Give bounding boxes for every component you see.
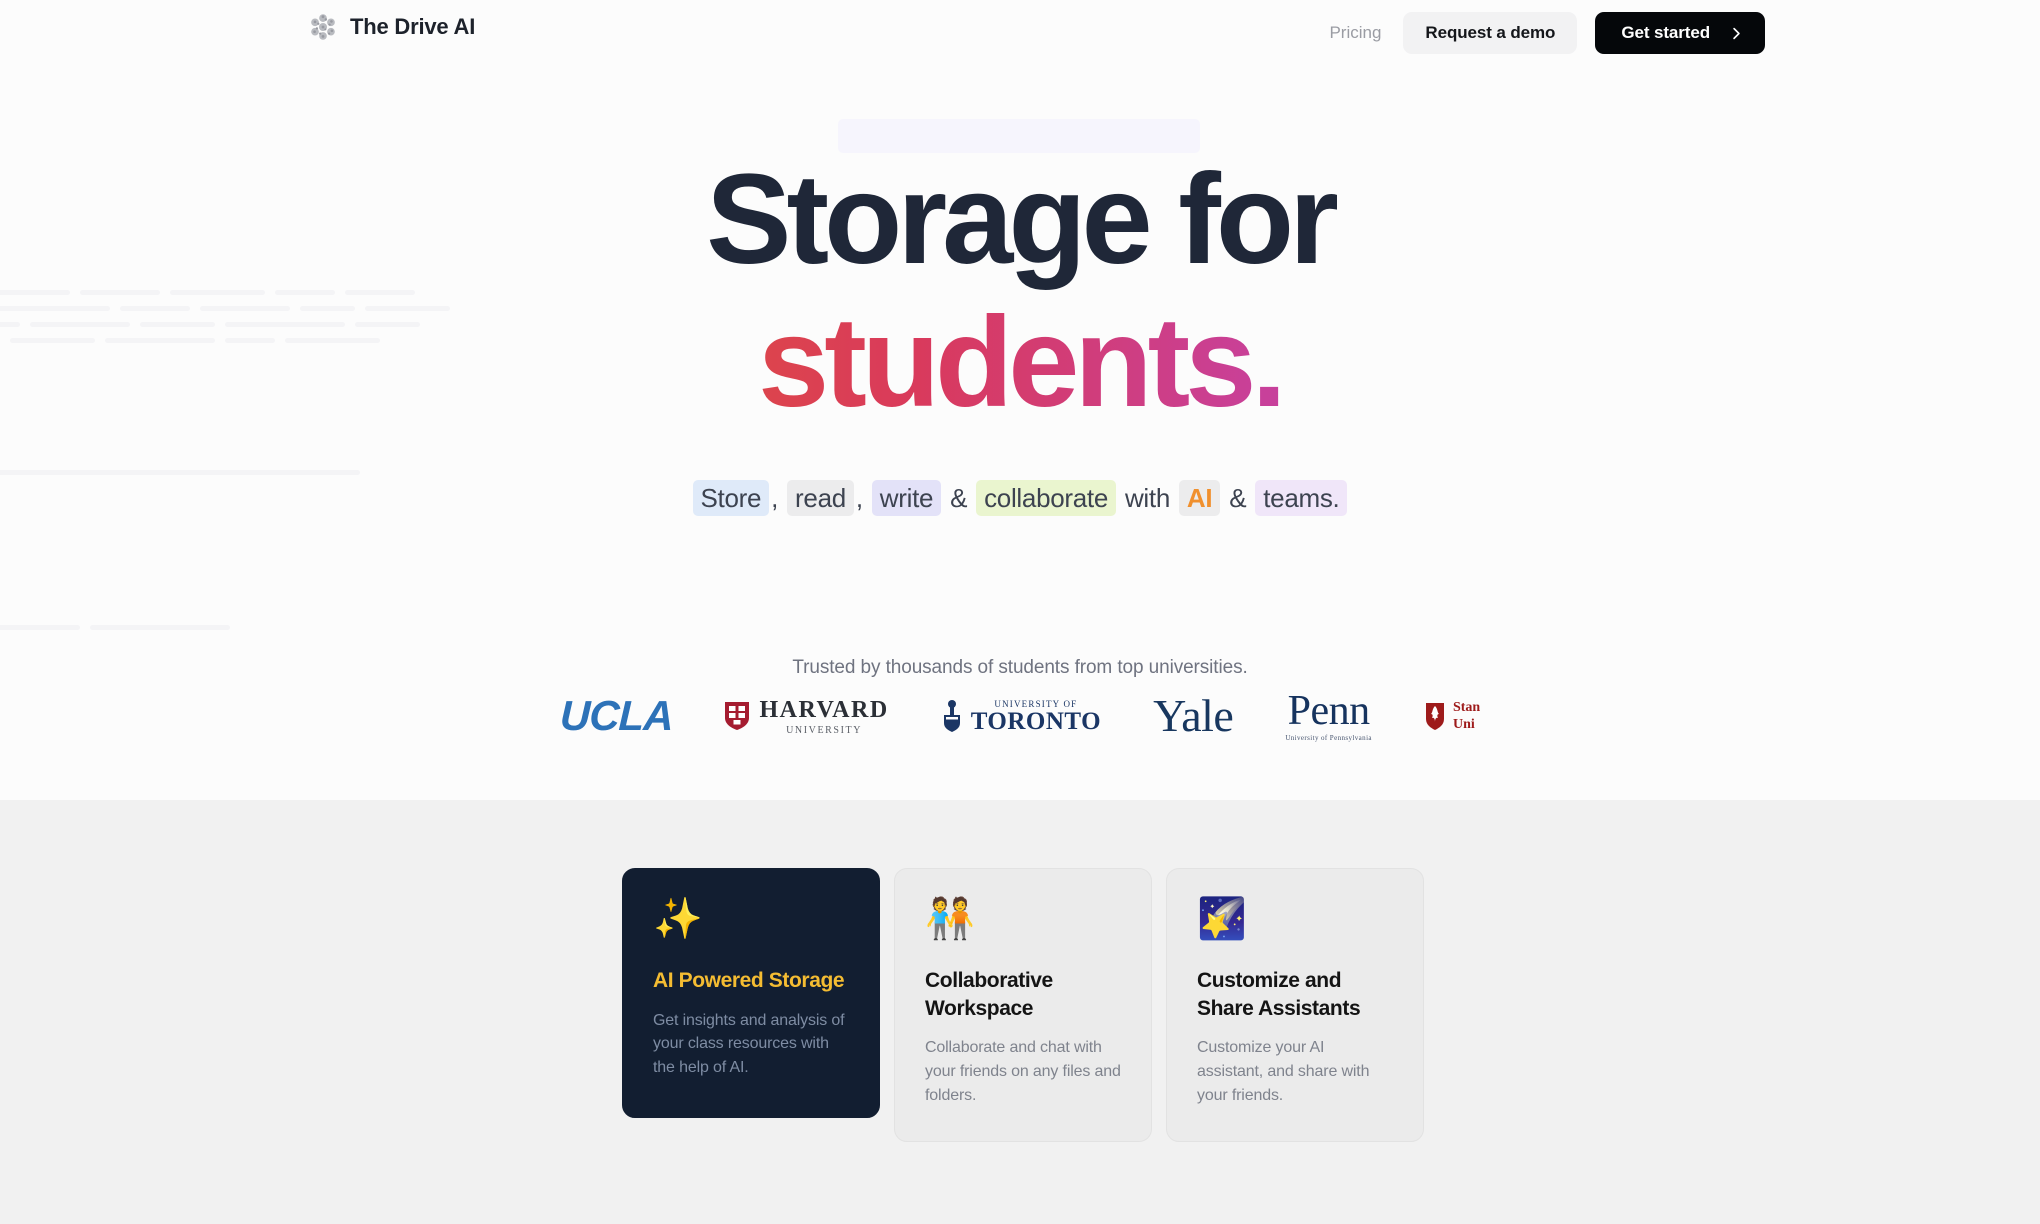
feature-card-title: Collaborative Workspace bbox=[925, 969, 1053, 1020]
subtitle-word-store: Store bbox=[692, 480, 770, 516]
feature-card-body: Customize your AI assistant, and share w… bbox=[1197, 1039, 1370, 1104]
page-title: Storage for students. bbox=[0, 148, 2040, 429]
feature-card-title: AI Powered Storage bbox=[653, 969, 845, 992]
features-section: ✨ AI Powered Storage Get insights and an… bbox=[0, 800, 2040, 1224]
nav-actions: Pricing Request a demo Get started bbox=[1325, 12, 1765, 54]
stanford-tree-icon bbox=[1425, 703, 1444, 730]
request-demo-button[interactable]: Request a demo bbox=[1403, 12, 1578, 54]
chevron-right-icon bbox=[1733, 27, 1740, 39]
subtitle-word-with: with bbox=[1124, 483, 1170, 513]
subtitle-word-teams: teams. bbox=[1255, 480, 1348, 516]
feature-card-body: Get insights and analysis of your class … bbox=[653, 1011, 845, 1077]
penn-wordmark: Penn bbox=[1287, 688, 1371, 734]
subtitle-word-read: read bbox=[787, 480, 854, 516]
trusted-by-text: Trusted by thousands of students from to… bbox=[792, 657, 1248, 678]
subtitle-word-ai: AI bbox=[1178, 480, 1221, 516]
brand-name-text: The Drive AI bbox=[350, 14, 476, 39]
subtitle-amp-2: & bbox=[1229, 483, 1247, 513]
headline-line-1: Storage for bbox=[706, 148, 1339, 291]
stanford-line-1: Stan bbox=[1452, 699, 1481, 715]
university-logos-row: UCLA HARVARD UNIVERSITY UNIVERSITY OF TO… bbox=[0, 690, 2040, 742]
feature-cards-row: ✨ AI Powered Storage Get insights and an… bbox=[622, 868, 1424, 1143]
penn-subtext: University of Pennsylvania bbox=[1285, 734, 1372, 742]
feature-card-body: Collaborate and chat with your friends o… bbox=[925, 1039, 1121, 1104]
subtitle-word-collaborate: collaborate bbox=[976, 480, 1116, 516]
hexagon-cluster-logo-icon bbox=[311, 14, 335, 40]
get-started-label: Get started bbox=[1621, 23, 1710, 42]
harvard-line-1: HARVARD bbox=[759, 696, 889, 723]
feature-card-customize-share-assistants[interactable]: 🌠 Customize and Share Assistants Customi… bbox=[1166, 868, 1424, 1143]
feature-card-collaborative-workspace[interactable]: 🧑‍🤝‍🧑 Collaborative Workspace Collaborat… bbox=[894, 868, 1152, 1143]
logo-stanford[interactable]: Stan Uni bbox=[1424, 699, 1480, 734]
brand-logo-link[interactable]: The Drive AI bbox=[308, 12, 475, 42]
subtitle-amp-1: & bbox=[950, 483, 968, 513]
logo-penn[interactable]: Penn University of Pennsylvania bbox=[1285, 690, 1372, 742]
people-collaborating-icon: 🧑‍🤝‍🧑 bbox=[925, 897, 975, 941]
yale-wordmark: Yale bbox=[1153, 690, 1234, 741]
harvard-shield-icon bbox=[725, 702, 750, 730]
harvard-line-2: UNIVERSITY bbox=[786, 724, 863, 736]
toronto-crest-icon bbox=[943, 700, 960, 732]
nav-link-pricing[interactable]: Pricing bbox=[1325, 17, 1385, 49]
logo-yale[interactable]: Yale bbox=[1153, 690, 1234, 741]
shooting-star-icon: 🌠 bbox=[1197, 897, 1247, 941]
hero-section: The Drive AI Pricing Request a demo Get … bbox=[0, 0, 2040, 800]
ucla-wordmark: UCLA bbox=[558, 692, 674, 739]
get-started-button[interactable]: Get started bbox=[1595, 12, 1765, 54]
headline-line-2: students. bbox=[0, 297, 2040, 429]
stanford-line-2: Uni bbox=[1452, 717, 1475, 732]
toronto-line-1: UNIVERSITY OF bbox=[994, 698, 1078, 709]
feature-card-ai-powered-storage[interactable]: ✨ AI Powered Storage Get insights and an… bbox=[622, 868, 880, 1118]
subtitle-comma-1: , bbox=[771, 483, 779, 513]
feature-card-title: Customize and Share Assistants bbox=[1197, 969, 1361, 1020]
logo-harvard[interactable]: HARVARD UNIVERSITY bbox=[724, 697, 888, 736]
decorative-lines-bottom bbox=[0, 625, 340, 641]
subtitle-comma-2: , bbox=[855, 483, 863, 513]
toronto-line-2: TORONTO bbox=[970, 707, 1102, 735]
hero-subtitle: Store, read, write & collaborate with AI… bbox=[0, 480, 2040, 516]
logo-toronto[interactable]: UNIVERSITY OF TORONTO bbox=[941, 699, 1101, 734]
top-navigation-bar: The Drive AI Pricing Request a demo Get … bbox=[0, 0, 2040, 66]
subtitle-word-write: write bbox=[871, 480, 942, 516]
sparkles-icon: ✨ bbox=[653, 897, 703, 941]
logo-ucla[interactable]: UCLA bbox=[558, 692, 674, 740]
